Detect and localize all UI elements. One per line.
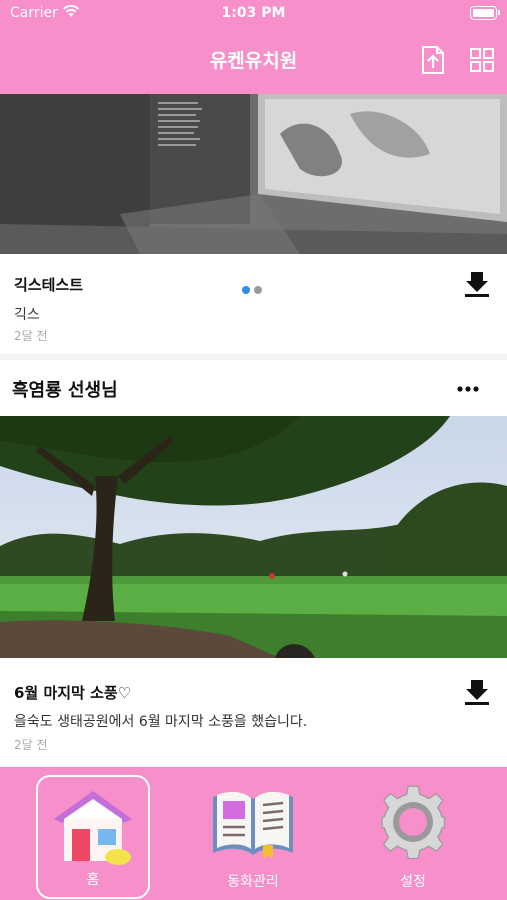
navigation-bar: 유켄유치원: [0, 28, 507, 94]
tab-settings[interactable]: 설정: [356, 775, 470, 899]
carousel-dots[interactable]: [242, 279, 266, 298]
post-description: 을숙도 생태공원에서 6월 마지막 소풍을 했습니다.: [14, 714, 308, 730]
upload-icon[interactable]: [420, 46, 446, 74]
book-icon: [213, 791, 293, 859]
teacher-header: 흑염룡 선생님: [0, 360, 507, 416]
tab-label: 홈: [86, 872, 100, 888]
park-photo-image: [0, 416, 507, 658]
tab-label: 설정: [400, 874, 426, 890]
carousel-dot[interactable]: [242, 286, 250, 294]
tab-bar: 홈 동화관리 설정: [0, 767, 507, 900]
teacher-name: 흑염룡 선생님: [12, 380, 118, 401]
post-photo[interactable]: [0, 94, 507, 254]
post-title: 6월 마지막 소풍♡: [14, 684, 132, 702]
gear-icon: [381, 785, 445, 860]
post-title: 긱스테스트: [14, 276, 84, 294]
post-time: 2달 전: [14, 738, 48, 752]
house-icon: [54, 791, 132, 865]
post-time: 2달 전: [14, 329, 48, 343]
download-icon[interactable]: [464, 270, 490, 298]
post-photo[interactable]: [0, 416, 507, 658]
download-icon[interactable]: [464, 678, 490, 706]
tab-home[interactable]: 홈: [36, 775, 150, 899]
post-card[interactable]: 긱스테스트 긱스 2달 전: [0, 254, 507, 354]
battery-icon: [470, 6, 500, 20]
gallery-photo-image: [0, 94, 507, 254]
clock: 1:03 PM: [221, 5, 286, 21]
post-description: 긱스: [14, 307, 40, 323]
grid-icon[interactable]: [470, 48, 494, 72]
status-bar: Carrier 1:03 PM: [0, 0, 507, 28]
carousel-dot[interactable]: [254, 286, 262, 294]
more-options-icon[interactable]: [457, 386, 479, 392]
post-card[interactable]: 6월 마지막 소풍♡ 을숙도 생태공원에서 6월 마지막 소풍을 했습니다. 2…: [0, 658, 507, 766]
tab-label: 동화관리: [227, 874, 279, 890]
tab-story-management[interactable]: 동화관리: [196, 775, 310, 899]
